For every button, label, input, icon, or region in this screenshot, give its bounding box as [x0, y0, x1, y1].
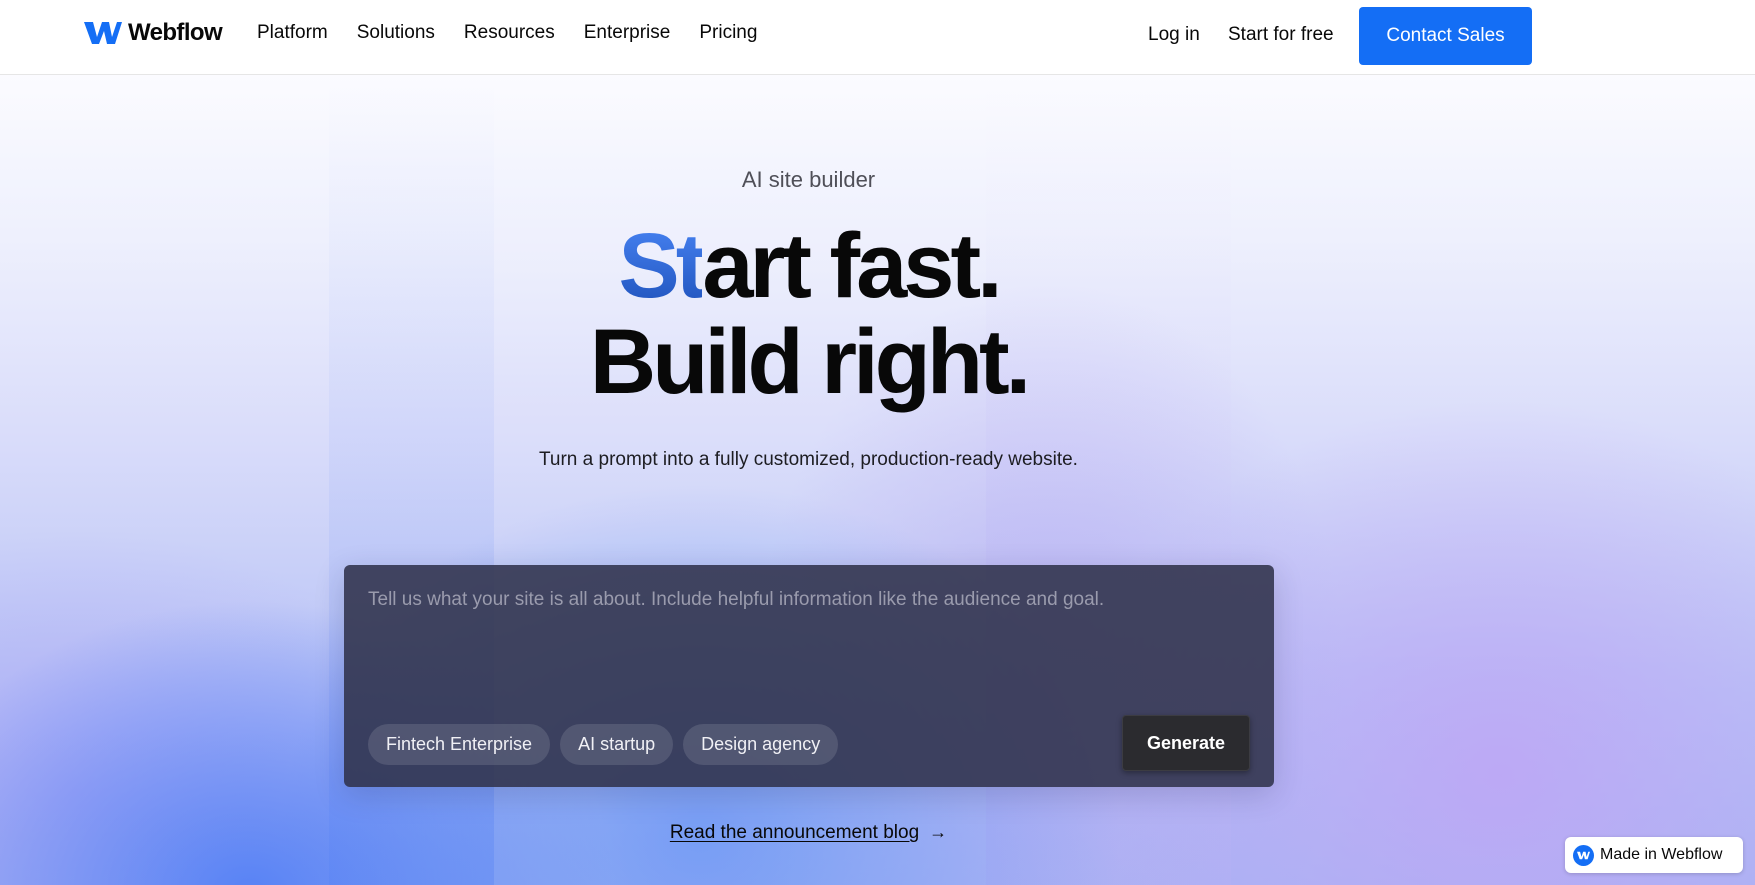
hero-headline: Start fast. Build right. [0, 218, 1617, 410]
webflow-logo[interactable]: Webflow [84, 19, 223, 46]
webflow-badge-icon [1573, 844, 1594, 866]
login-link[interactable]: Log in [1148, 24, 1200, 46]
prompt-card: Fintech Enterprise AI startup Design age… [344, 565, 1274, 787]
primary-nav: Platform Solutions Resources Enterprise … [257, 22, 786, 44]
generate-button[interactable]: Generate [1122, 715, 1250, 771]
logo-wordmark: Webflow [128, 19, 223, 46]
blog-link-label: Read the announcement blog [669, 822, 920, 843]
headline-rest: art fast. [702, 215, 1002, 317]
headline-line-1: Start fast. [0, 218, 1617, 314]
nav-link-enterprise[interactable]: Enterprise [584, 22, 671, 44]
hero-section: AI site builder Start fast. Build right.… [0, 75, 1755, 885]
made-in-webflow-badge[interactable]: Made in Webflow [1565, 837, 1743, 873]
nav-link-pricing[interactable]: Pricing [699, 22, 757, 44]
hero-eyebrow: AI site builder [741, 167, 876, 192]
nav-link-platform[interactable]: Platform [257, 22, 328, 44]
arrow-right-icon: → [929, 822, 948, 842]
contact-sales-button[interactable]: Contact Sales [1359, 7, 1532, 65]
start-free-link[interactable]: Start for free [1228, 24, 1334, 46]
chip-ai-startup[interactable]: AI startup [560, 724, 674, 765]
chip-design-agency[interactable]: Design agency [683, 724, 839, 765]
headline-line-2: Build right. [589, 311, 1031, 413]
prompt-input[interactable] [368, 589, 1248, 689]
webflow-logo-icon [84, 22, 122, 44]
nav-link-resources[interactable]: Resources [464, 22, 555, 44]
hero-subhead: Turn a prompt into a fully customized, p… [539, 449, 1078, 470]
chip-fintech-enterprise[interactable]: Fintech Enterprise [368, 724, 551, 765]
announcement-blog-link[interactable]: Read the announcement blog → [0, 822, 1617, 844]
nav-link-solutions[interactable]: Solutions [357, 22, 435, 44]
badge-label: Made in Webflow [1600, 846, 1723, 863]
headline-accent: St [618, 215, 706, 317]
top-navigation: Webflow Platform Solutions Resources Ent… [0, 0, 1755, 75]
suggestion-chips: Fintech Enterprise AI startup Design age… [368, 724, 839, 765]
